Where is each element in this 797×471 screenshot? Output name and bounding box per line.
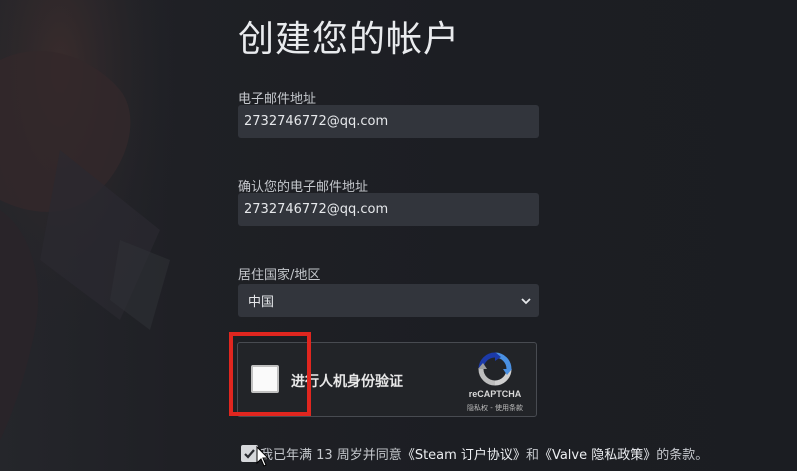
- confirm-email-field[interactable]: [238, 193, 539, 226]
- agreement-checkbox[interactable]: [241, 444, 258, 462]
- agreement-row: 我已年满 13 周岁并同意 《Steam 订户协议》 和 《Valve 隐私政策…: [241, 442, 708, 464]
- steam-subscriber-agreement-link[interactable]: 《Steam 订户协议》: [402, 444, 526, 463]
- create-account-page: 创建您的帐户 电子邮件地址 确认您的电子邮件地址 居住国家/地区 中国 进行人机…: [0, 0, 797, 471]
- recaptcha-widget: 进行人机身份验证 reCAPTCHA 隐私权 - 使用条款: [237, 342, 537, 417]
- recaptcha-checkbox[interactable]: [251, 365, 279, 393]
- agreement-text-prefix: 我已年满 13 周岁并同意: [260, 447, 402, 463]
- chevron-down-icon: [521, 297, 531, 304]
- valve-privacy-policy-link[interactable]: 《Valve 隐私政策》: [539, 444, 656, 463]
- recaptcha-label: 进行人机身份验证: [291, 374, 403, 390]
- country-label: 居住国家/地区: [238, 268, 321, 283]
- country-select[interactable]: 中国: [238, 284, 539, 317]
- background-artwork: [0, 0, 200, 471]
- email-field[interactable]: [238, 105, 539, 138]
- agreement-text-and: 和: [525, 447, 539, 463]
- page-title: 创建您的帐户: [238, 19, 461, 60]
- recaptcha-brand: reCAPTCHA: [468, 389, 522, 399]
- agreement-text-suffix: 的条款。: [656, 447, 709, 463]
- recaptcha-logo-icon: [478, 352, 512, 386]
- recaptcha-privacy-terms-links[interactable]: 隐私权 - 使用条款: [454, 403, 536, 413]
- checkmark-icon: [244, 448, 255, 459]
- country-select-value: 中国: [248, 295, 275, 310]
